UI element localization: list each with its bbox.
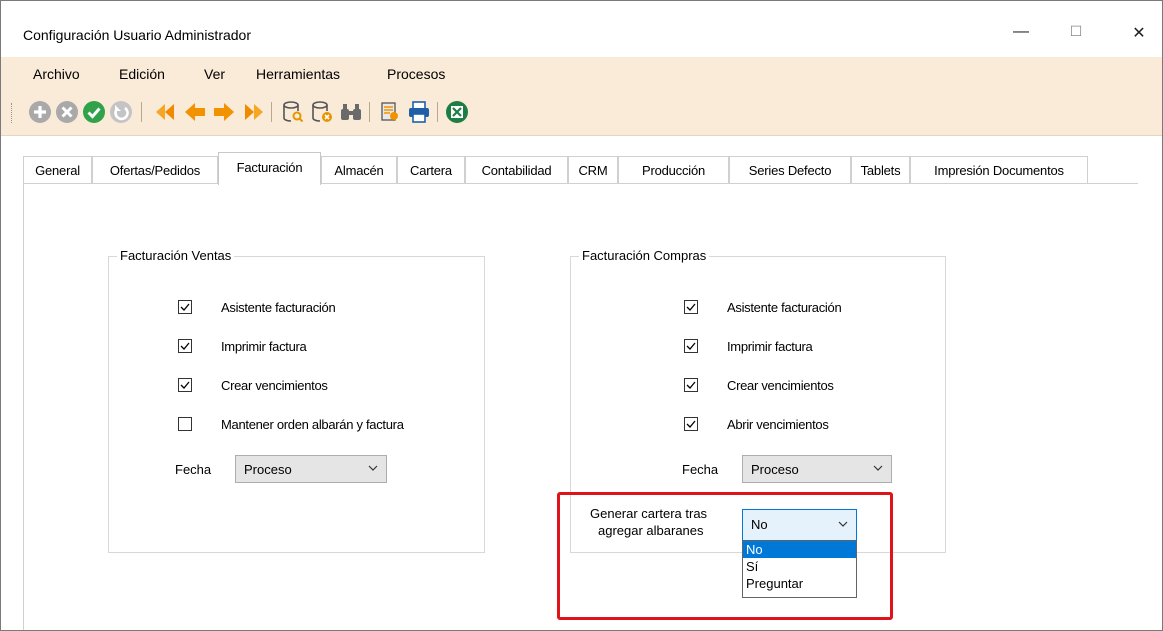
tab-panel-border [23,183,1138,184]
toolbar-separator [369,102,370,122]
next-record-icon[interactable] [212,100,236,124]
ventas-asistente-label: Asistente facturación [221,300,336,315]
ventas-fecha-value: Proceso [244,462,292,477]
tab-general[interactable]: General [23,156,92,184]
window-title: Configuración Usuario Administrador [23,27,251,43]
ventas-imprimir-label: Imprimir factura [221,339,307,354]
tab-facturacion[interactable]: Facturación [218,152,321,185]
undo-icon[interactable] [109,100,133,124]
tab-panel-left-border [23,184,24,630]
tab-crm[interactable]: CRM [568,156,618,184]
maximize-button[interactable]: ☐ [1056,23,1096,45]
toolbar-separator [271,102,272,122]
tab-series-defecto[interactable]: Series Defecto [729,156,851,184]
tab-ofertas-pedidos[interactable]: Ofertas/Pedidos [92,156,218,184]
preview-document-icon[interactable] [378,100,402,124]
print-icon[interactable] [407,100,431,124]
ventas-asistente-checkbox[interactable] [178,300,192,314]
ventas-fecha-label: Fecha [175,462,212,477]
search-database-icon[interactable] [281,100,305,124]
last-record-icon[interactable] [241,100,265,124]
compras-asistente-label: Asistente facturación [727,300,842,315]
settings-window: Configuración Usuario Administrador — ☐ … [0,0,1163,631]
tab-almacen[interactable]: Almacén [321,156,397,184]
compras-imprimir-checkbox[interactable] [684,339,698,353]
ventas-crear-vencimientos-label: Crear vencimientos [221,378,328,393]
annotation-highlight-box [557,492,893,620]
tab-tablets[interactable]: Tablets [851,156,910,184]
tab-produccion[interactable]: Producción [618,156,729,184]
delete-icon[interactable] [55,100,79,124]
excel-export-icon[interactable] [445,100,469,124]
compras-legend: Facturación Compras [579,248,710,263]
previous-record-icon[interactable] [183,100,207,124]
ventas-legend: Facturación Ventas [117,248,235,263]
compras-asistente-checkbox[interactable] [684,300,698,314]
menu-procesos[interactable]: Procesos [387,66,445,82]
close-button[interactable]: ✕ [1119,23,1159,45]
toolbar-separator [437,102,438,122]
menu-archivo[interactable]: Archivo [33,66,80,82]
ventas-mantener-orden-label: Mantener orden albarán y factura [221,417,404,432]
chevron-down-icon [873,465,883,471]
toolbar-grip[interactable] [11,103,15,123]
ventas-imprimir-checkbox[interactable] [178,339,192,353]
title-bar: Configuración Usuario Administrador — ☐ … [1,1,1162,57]
confirm-icon[interactable] [82,100,106,124]
find-binoculars-icon[interactable] [339,100,363,124]
menu-bar: Archivo Edición Ver Herramientas Proceso… [1,57,1162,91]
compras-crear-vencimientos-label: Crear vencimientos [727,378,834,393]
compras-crear-vencimientos-checkbox[interactable] [684,378,698,392]
menu-herramientas[interactable]: Herramientas [256,66,340,82]
compras-imprimir-label: Imprimir factura [727,339,813,354]
menu-ver[interactable]: Ver [204,66,225,82]
toolbar-separator [141,102,142,122]
toolbar [1,91,1162,136]
compras-fecha-select[interactable]: Proceso [742,455,892,483]
first-record-icon[interactable] [154,100,178,124]
ventas-fecha-select[interactable]: Proceso [235,455,387,483]
chevron-down-icon [368,465,378,471]
minimize-button[interactable]: — [1001,23,1041,45]
add-icon[interactable] [28,100,52,124]
compras-abrir-vencimientos-label: Abrir vencimientos [727,417,829,432]
compras-abrir-vencimientos-checkbox[interactable] [684,417,698,431]
ventas-crear-vencimientos-checkbox[interactable] [178,378,192,392]
menu-edicion[interactable]: Edición [119,66,165,82]
delete-database-icon[interactable] [310,100,334,124]
tab-contabilidad[interactable]: Contabilidad [465,156,568,184]
ventas-mantener-orden-checkbox[interactable] [178,417,192,431]
tab-impresion-documentos[interactable]: Impresión Documentos [910,156,1088,184]
tab-cartera[interactable]: Cartera [397,156,465,184]
compras-fecha-value: Proceso [751,462,799,477]
compras-fecha-label: Fecha [682,462,719,477]
